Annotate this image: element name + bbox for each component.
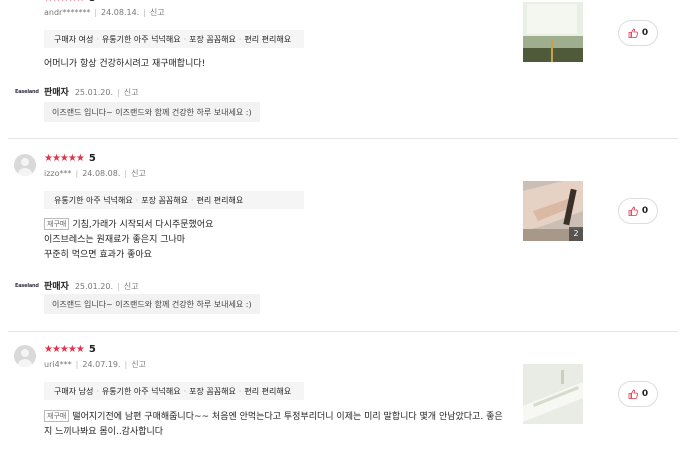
rating-score: 5: [89, 0, 96, 4]
tag: 포장 꼼꼼해요: [189, 34, 236, 44]
tag: 편리 편리해요: [244, 34, 292, 44]
report-link[interactable]: 신고: [150, 8, 165, 17]
reviewer-id: uri4***: [44, 360, 72, 369]
avatar: [14, 345, 36, 367]
review-line: 꾸준히 먹으면 효과가 좋아요: [44, 250, 152, 260]
review-line: 지 느끼나봐요 몸이..감사합니다: [44, 427, 164, 437]
seller-label: 판매자: [44, 282, 69, 292]
seller-reply-text: 이즈랜드 입니다~ 이즈랜드와 함께 건강한 하루 보내세요 :): [44, 102, 260, 122]
review-tags: 구매자 여성 · 유통기한 아주 넉넉해요 · 포장 꼼꼼해요 · 편리 편리해요: [44, 30, 304, 48]
photo-count: 2: [569, 227, 583, 241]
review-photo[interactable]: 2: [523, 181, 583, 241]
review-line: 재구매 기침,가래가 시작되서 다시주문했어요: [44, 218, 213, 233]
tag: 편리 편리해요: [196, 195, 244, 205]
review-line: 어머니가 항상 건강하시려고 재구매합니다!: [44, 59, 206, 69]
tag: 유통기한 아주 넉넉해요: [54, 195, 133, 205]
star-rating-icon: ★★★★★: [44, 344, 85, 355]
thumbs-up-icon: [628, 206, 638, 216]
like-button[interactable]: 0: [618, 20, 658, 46]
reviewer-id: andr*******: [44, 8, 91, 17]
thumbs-up-icon: [628, 389, 638, 399]
tag: 구매자 여성: [54, 34, 94, 44]
seller-reply-date: 25.01.20.: [74, 88, 114, 97]
rating-score: 5: [88, 344, 96, 355]
review-tags: 유통기한 아주 넉넉해요 · 포장 꼼꼼해요 · 편리 편리해요: [44, 191, 304, 209]
seller-logo: Easeland: [15, 89, 39, 95]
report-link[interactable]: 신고: [131, 169, 146, 178]
seller-logo: Easeland: [15, 283, 39, 289]
review-line: 재구매 떨어지기전에 남편 구매해줍니다~~ 처음엔 안먹는다고 투정부리더니 이…: [44, 410, 503, 425]
reviewer-id: izzo***: [44, 169, 72, 178]
review-item: ★★★★★ 5 izzo*** | 24.08.08. | 신고 유통기한 아주 넉넉해…: [0, 139, 686, 329]
like-count: 0: [641, 28, 649, 38]
like-count: 0: [641, 206, 649, 216]
seller-reply-header: 판매자 25.01.20. | 신고: [44, 88, 139, 98]
review-line: 이즈브레스는 원재료가 좋은지 그나마: [44, 235, 186, 245]
like-button[interactable]: 0: [618, 381, 658, 407]
review-photo-image: [523, 364, 583, 424]
tag: 유통기한 아주 넉넉해요: [101, 34, 181, 44]
report-link[interactable]: 신고: [124, 88, 139, 97]
tag: 편리 편리해요: [244, 386, 292, 396]
review-photo[interactable]: [523, 364, 583, 424]
review-meta: izzo*** | 24.08.08. | 신고: [44, 169, 146, 178]
seller-label: 판매자: [44, 88, 69, 98]
rating-score: 5: [88, 153, 96, 164]
review-date: 24.08.08.: [82, 169, 121, 178]
star-rating-icon: ★★★★★: [44, 0, 85, 4]
repurchase-badge: 재구매: [44, 410, 70, 422]
review-item: ★★★★★ 5 uri4*** | 24.07.19. | 신고 구매자 남성 · 유통기…: [0, 332, 686, 449]
tag: 포장 꼼꼼해요: [141, 195, 188, 205]
star-rating-icon: ★★★★★: [44, 153, 85, 164]
review-photo[interactable]: [523, 2, 583, 62]
like-count: 0: [641, 389, 649, 399]
rating: ★★★★★ 5: [44, 153, 96, 164]
rating: ★★★★★ 5: [44, 0, 96, 4]
review-text: 재구매 기침,가래가 시작되서 다시주문했어요 이즈브레스는 원재료가 좋은지 그…: [44, 218, 213, 263]
tag: 구매자 남성: [54, 386, 94, 396]
tag: 유통기한 아주 넉넉해요: [101, 386, 181, 396]
like-button[interactable]: 0: [618, 198, 658, 224]
review-tags: 구매자 남성 · 유통기한 아주 넉넉해요 · 포장 꼼꼼해요 · 편리 편리해요: [44, 382, 304, 400]
tag: 포장 꼼꼼해요: [189, 386, 236, 396]
avatar: [14, 154, 36, 176]
repurchase-badge: 재구매: [44, 218, 70, 230]
rating: ★★★★★ 5: [44, 344, 96, 355]
review-date: 24.08.14.: [101, 8, 140, 17]
seller-reply-date: 25.01.20.: [74, 282, 114, 291]
review-text: 재구매 떨어지기전에 남편 구매해줍니다~~ 처음엔 안먹는다고 투정부리더니 이…: [44, 410, 503, 440]
thumbs-up-icon: [628, 28, 638, 38]
review-date: 24.07.19.: [82, 360, 121, 369]
review-meta: uri4*** | 24.07.19. | 신고: [44, 360, 146, 369]
seller-reply-header: 판매자 25.01.20. | 신고: [44, 282, 139, 292]
review-meta: andr******* | 24.08.14. | 신고: [44, 8, 165, 17]
review-photo-image: [523, 2, 583, 62]
report-link[interactable]: 신고: [124, 282, 139, 291]
seller-reply-text: 이즈랜드 입니다~ 이즈랜드와 함께 건강한 하루 보내세요 :): [44, 294, 260, 314]
review-item: ★★★★★ 5 andr*******|24.08.14.|신고 구매자 여성·…: [0, 0, 686, 135]
review-text: 어머니가 항상 건강하시려고 재구매합니다!: [44, 57, 205, 72]
report-link[interactable]: 신고: [131, 360, 146, 369]
